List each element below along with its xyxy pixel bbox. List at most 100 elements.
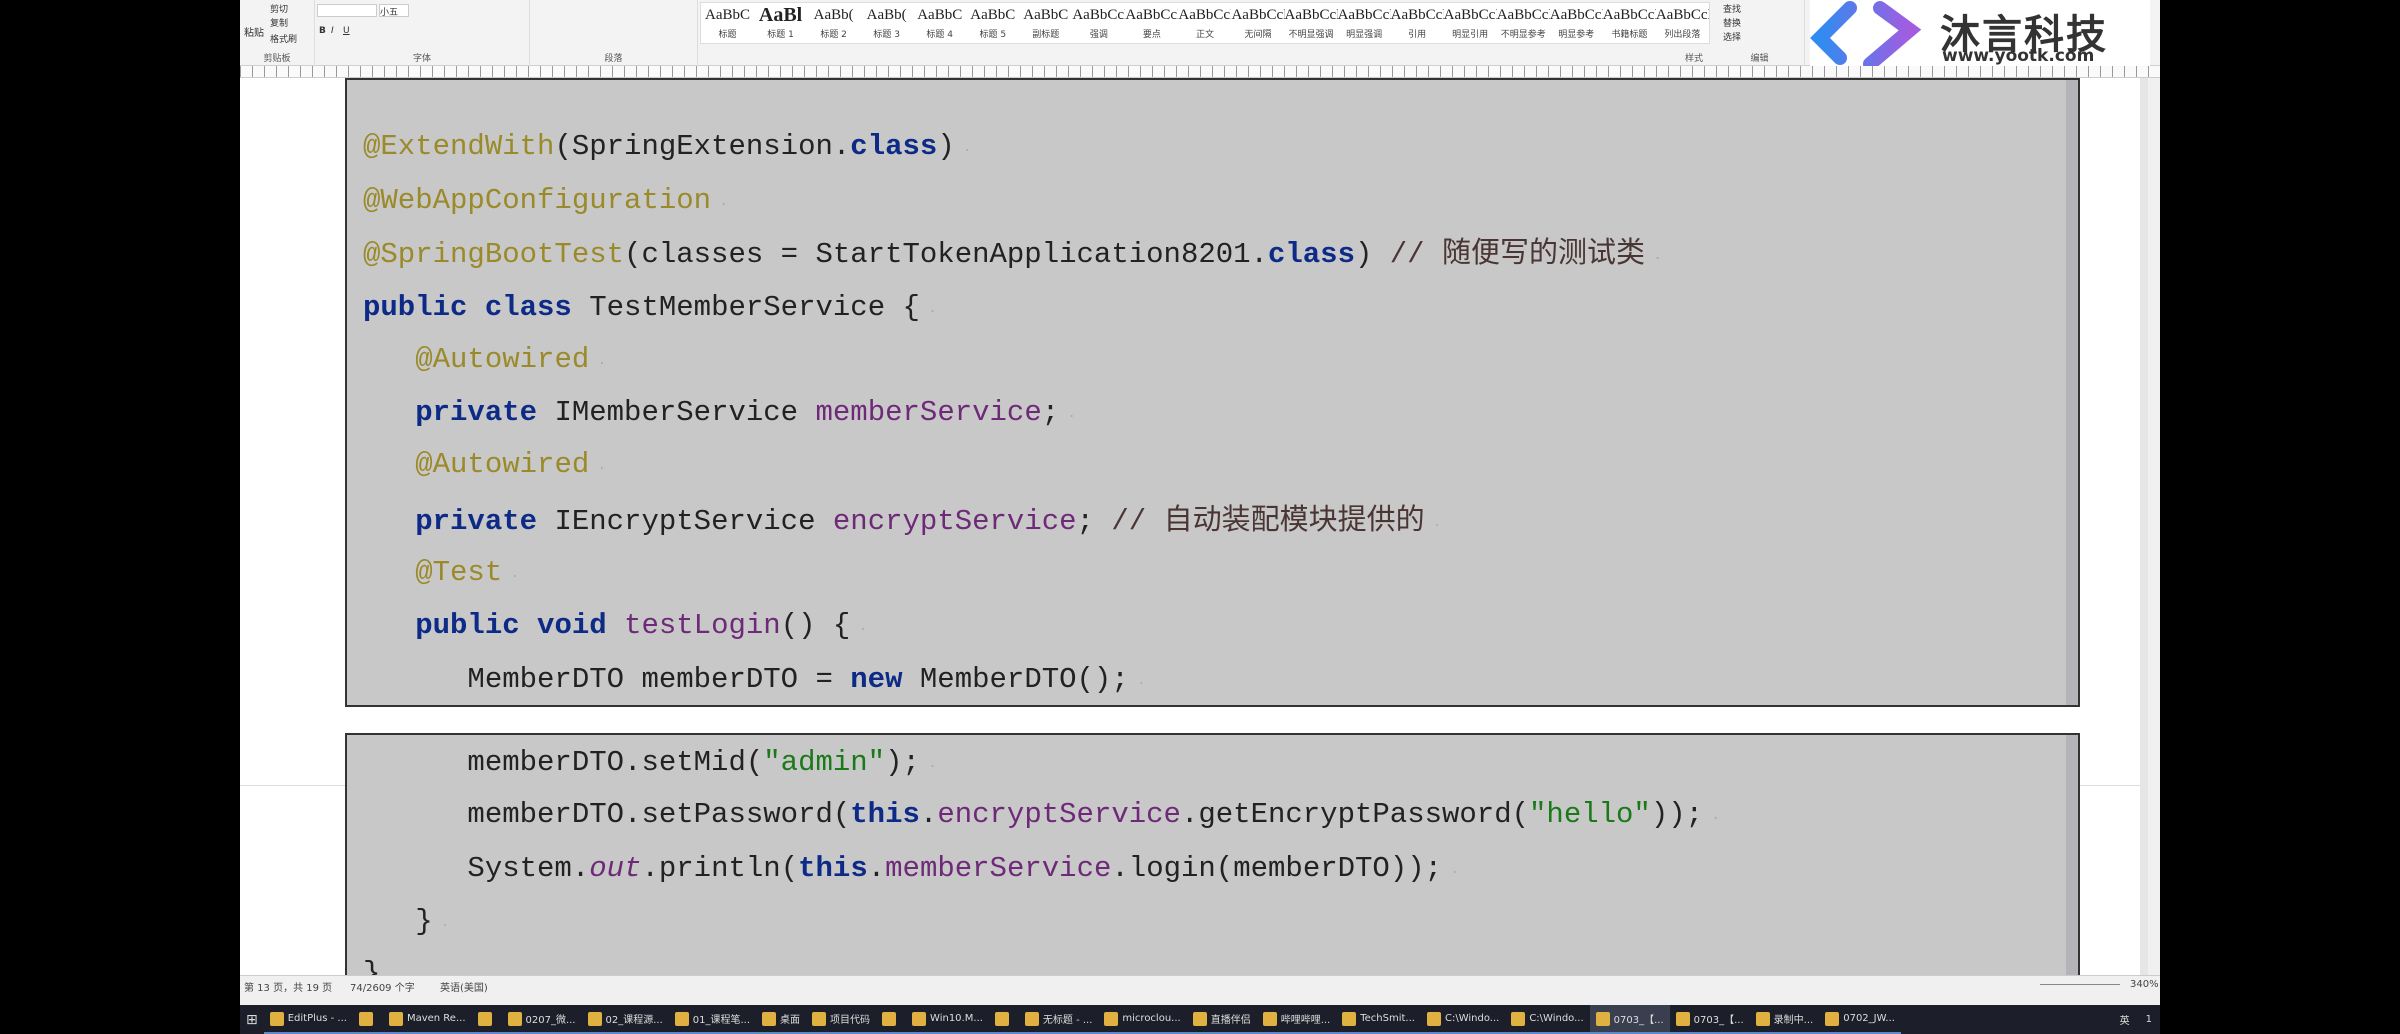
taskbar-item-label: 01_课程笔... [692,1015,751,1026]
code-token: // 随便写的测试类 [1389,238,1645,271]
italic-button[interactable]: I [331,26,334,36]
taskbar-item[interactable]: C:\Windo... [1420,1005,1506,1034]
app-icon [1755,1011,1770,1026]
paragraph-label: 段落 [604,54,623,64]
taskbar-item[interactable]: TechSmit... [1336,1005,1421,1034]
taskbar-item-label: 项目代码 [830,1015,871,1026]
code-token: )); [1650,798,1704,831]
taskbar-item[interactable]: 直播伴侣 [1186,1005,1257,1034]
taskbar-item[interactable]: microclou... [1098,1005,1187,1034]
zoom-slider[interactable] [2040,984,2120,985]
code-token: private [415,505,538,538]
taskbar-item[interactable] [988,1005,1019,1034]
taskbar-item[interactable]: EditPlus - ... [263,1005,353,1034]
find-button[interactable]: 查找 [1723,2,1741,15]
format-painter-button[interactable]: 格式刷 [270,32,297,45]
code-token: class [850,130,938,163]
taskbar-item[interactable] [352,1005,383,1034]
language[interactable]: 英语(美国) [440,979,488,994]
code-line[interactable]: @Autowired · [363,448,606,486]
app-icon [882,1011,897,1026]
taskbar-item[interactable]: 01_课程笔... [668,1005,757,1034]
font-size-select[interactable]: 小五 [379,4,409,18]
code-line[interactable]: } · [363,905,449,943]
code-token: (classes = StartTokenApplication8201. [624,238,1268,271]
paragraph-mark: · [919,304,937,320]
code-line[interactable]: public class TestMemberService { · [363,291,937,329]
taskbar-item[interactable]: 0703_【... [1589,1005,1670,1034]
select-button[interactable]: 选择 [1723,30,1741,43]
code-token: @Test [415,556,503,589]
code-token: (SpringExtension. [554,130,851,163]
taskbar-item-label: Win10.M... [930,1013,983,1024]
code-token: memberDTO.setMid( [363,746,764,779]
code-token: @Autowired [415,343,590,376]
horizontal-ruler[interactable] [240,66,2160,78]
app-icon [912,1011,927,1026]
code-line[interactable]: MemberDTO memberDTO = new MemberDTO(); · [363,663,1145,701]
code-line[interactable]: System.out.println(this.memberService.lo… [363,852,1458,890]
status-bar: 第 13 页，共 19 页 74/2609 个字 英语(美国) 340% [240,975,2160,1005]
taskbar-item[interactable]: 项目代码 [806,1005,877,1034]
code-token: new [850,663,903,696]
code-block: memberDTO.setMid("admin"); · memberDTO.s… [345,733,2080,990]
code-line[interactable]: memberDTO.setPassword(this.encryptServic… [363,798,1719,836]
code-token: memberService [815,396,1042,429]
taskbar-item[interactable]: Win10.M... [906,1005,989,1034]
app-icon [358,1011,373,1026]
taskbar-item[interactable]: 02_课程源... [581,1005,669,1034]
font-label: 字体 [412,54,431,64]
taskbar-item-label: 02_课程源... [605,1015,663,1026]
taskbar-item[interactable]: C:\Windo... [1505,1005,1590,1034]
bold-button[interactable]: B [319,26,326,36]
paragraph-mark: · [432,918,450,934]
cut-button[interactable]: 剪切 [270,2,288,15]
taskbar-item-label: 哔哩哔哩... [1280,1015,1331,1026]
vertical-scrollbar[interactable] [2148,78,2160,975]
taskbar-item[interactable]: 无标题 - ... [1018,1005,1099,1034]
app-icon [1024,1011,1039,1026]
taskbar-item[interactable] [471,1005,502,1034]
taskbar-item[interactable]: Maven Re... [382,1005,472,1034]
app-icon [1426,1011,1441,1026]
code-token: ) [1354,238,1390,271]
underline-button[interactable]: U [343,26,350,36]
code-line[interactable]: memberDTO.setMid("admin"); · [363,746,937,784]
code-token: "hello" [1529,798,1651,831]
code-token: ; [1041,396,1060,429]
copy-button[interactable]: 复制 [270,16,288,29]
taskbar-item[interactable]: 哔哩哔哩... [1256,1005,1337,1034]
taskbar-item[interactable]: 录制中... [1749,1005,1820,1034]
document-page[interactable]: @ExtendWith(SpringExtension.class) · @Web… [240,78,2140,990]
taskbar-item[interactable]: 0207_微... [501,1005,582,1034]
code-line[interactable]: @Autowired · [363,343,606,381]
taskbar-item[interactable] [876,1005,907,1034]
replace-button[interactable]: 替换 [1723,16,1741,29]
taskbar-item-label: 0207_微... [525,1015,576,1026]
taskbar-item[interactable]: 0703_【... [1669,1005,1750,1034]
word-count[interactable]: 74/2609 个字 [350,979,415,994]
code-line[interactable]: @ExtendWith(SpringExtension.class) · [363,130,972,168]
paragraph-mark: · [919,759,937,775]
ime-indicator[interactable]: 英 [2112,1012,2138,1027]
taskbar-item-label: 录制中... [1773,1015,1814,1026]
app-icon [1825,1011,1840,1026]
taskbar-item[interactable]: 0702_JW... [1819,1005,1901,1034]
notification-icon[interactable]: 1 [2138,1014,2160,1025]
code-line[interactable]: @SpringBootTest(classes = StartTokenAppl… [363,238,1662,276]
font-name-select[interactable] [317,4,377,17]
taskbar-item[interactable]: 桌面 [756,1005,807,1034]
code-line[interactable]: @WebAppConfiguration · [363,184,728,222]
paste-button[interactable]: 粘贴 [244,24,264,39]
zoom-level[interactable]: 340% [2130,979,2159,990]
code-line[interactable]: @Test · [363,556,519,594]
taskbar-item-label: microclou... [1122,1013,1181,1024]
code-line[interactable]: public void testLogin() { · [363,609,867,647]
code-line[interactable]: private IMemberService memberService; · [363,396,1076,434]
code-line[interactable]: private IEncryptService encryptService; … [363,505,1441,543]
page-count[interactable]: 第 13 页，共 19 页 [244,979,332,994]
code-block-edge [2066,80,2078,705]
code-token: System. [363,852,590,885]
start-button-icon[interactable]: ⊞ [240,1005,264,1034]
